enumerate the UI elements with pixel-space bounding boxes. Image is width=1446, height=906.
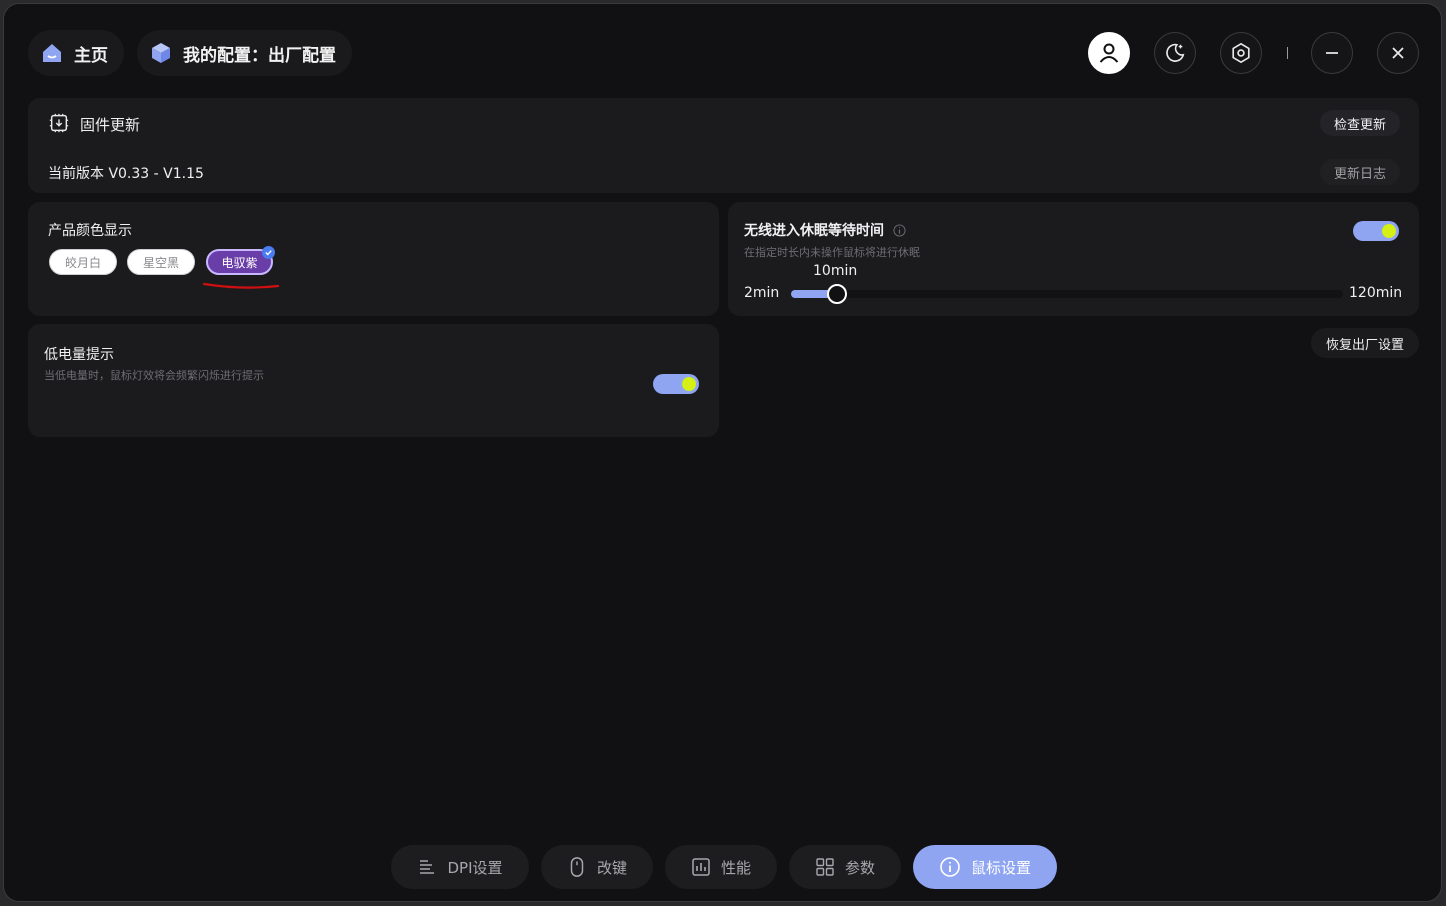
nav-dpi-settings[interactable]: DPI设置 [391, 845, 529, 889]
config-button[interactable]: 我的配置：出厂配置 [137, 30, 352, 76]
nav-key-remap-label: 改键 [596, 858, 627, 877]
user-button[interactable] [1088, 32, 1130, 74]
cube-icon [152, 43, 170, 63]
nav-key-remap[interactable]: 改键 [541, 845, 653, 889]
grid-icon [816, 858, 834, 876]
user-icon [1099, 43, 1119, 63]
nav-mouse-settings-label: 鼠标设置 [970, 858, 1031, 877]
firmware-icon [49, 113, 69, 133]
app-window: 主页 我的配置：出厂配置 固件更新 当前版本 V0.33 - V1.15 检查更… [3, 3, 1442, 902]
sleep-title: 无线进入休眠等待时间 [744, 220, 906, 240]
firmware-title: 固件更新 [80, 116, 141, 134]
color-chip-purple-label: 电驭紫 [221, 255, 258, 270]
firmware-version: 当前版本 V0.33 - V1.15 [48, 166, 204, 182]
home-icon [43, 44, 61, 62]
low-battery-toggle[interactable] [653, 374, 699, 394]
nav-dpi-label: DPI设置 [447, 858, 503, 877]
low-battery-toggle-knob [682, 377, 696, 391]
low-battery-subtitle: 当低电量时，鼠标灯效将会频繁闪烁进行提示 [44, 369, 264, 382]
home-button[interactable]: 主页 [28, 30, 124, 76]
config-label: 我的配置：出厂配置 [183, 45, 336, 66]
firmware-card: 固件更新 当前版本 V0.33 - V1.15 检查更新 更新日志 [28, 98, 1419, 193]
settings-button[interactable] [1220, 32, 1262, 74]
sleep-subtitle: 在指定时长内未操作鼠标将进行休眠 [744, 246, 920, 259]
low-battery-card: 低电量提示 当低电量时，鼠标灯效将会频繁闪烁进行提示 [28, 324, 719, 437]
color-display-title: 产品颜色显示 [48, 223, 132, 239]
low-battery-title: 低电量提示 [44, 347, 114, 363]
sleep-toggle[interactable] [1353, 221, 1399, 241]
nav-parameters-label: 参数 [844, 858, 875, 877]
minimize-button[interactable] [1311, 32, 1353, 74]
theme-button[interactable] [1154, 32, 1196, 74]
check-update-button[interactable]: 检查更新 [1320, 110, 1400, 136]
selection-underline [202, 282, 280, 289]
color-chip-black[interactable]: 星空黑 [127, 249, 195, 275]
close-button[interactable] [1377, 32, 1419, 74]
info-icon [940, 857, 960, 877]
check-icon [262, 246, 275, 259]
info-small-icon [893, 224, 906, 237]
minimize-icon [1326, 52, 1338, 54]
settings-icon [1232, 42, 1250, 64]
slider-max-label: 120min [1349, 285, 1403, 301]
nav-mouse-settings[interactable]: 鼠标设置 [913, 845, 1057, 889]
color-chip-purple[interactable]: 电驭紫 [206, 246, 275, 275]
slider-thumb[interactable] [827, 284, 847, 304]
slider-value-label: 10min [813, 263, 858, 279]
slider-min-label: 2min [744, 285, 780, 301]
mouse-icon [570, 857, 584, 877]
nav-parameters[interactable]: 参数 [789, 845, 901, 889]
performance-icon [692, 858, 710, 876]
moon-icon [1166, 43, 1185, 62]
sleep-toggle-knob [1382, 224, 1396, 238]
dpi-icon [420, 860, 435, 874]
sleep-title-label: 无线进入休眠等待时间 [744, 223, 884, 239]
color-chip-white[interactable]: 皎月白 [49, 249, 117, 275]
nav-performance-label: 性能 [720, 858, 751, 877]
nav-performance[interactable]: 性能 [665, 845, 777, 889]
header-divider [1287, 47, 1288, 59]
sleep-slider[interactable] [791, 284, 1343, 304]
home-label: 主页 [74, 45, 108, 66]
factory-reset-button[interactable]: 恢复出厂设置 [1311, 328, 1419, 358]
close-icon [1392, 47, 1404, 59]
changelog-button[interactable]: 更新日志 [1320, 159, 1400, 185]
